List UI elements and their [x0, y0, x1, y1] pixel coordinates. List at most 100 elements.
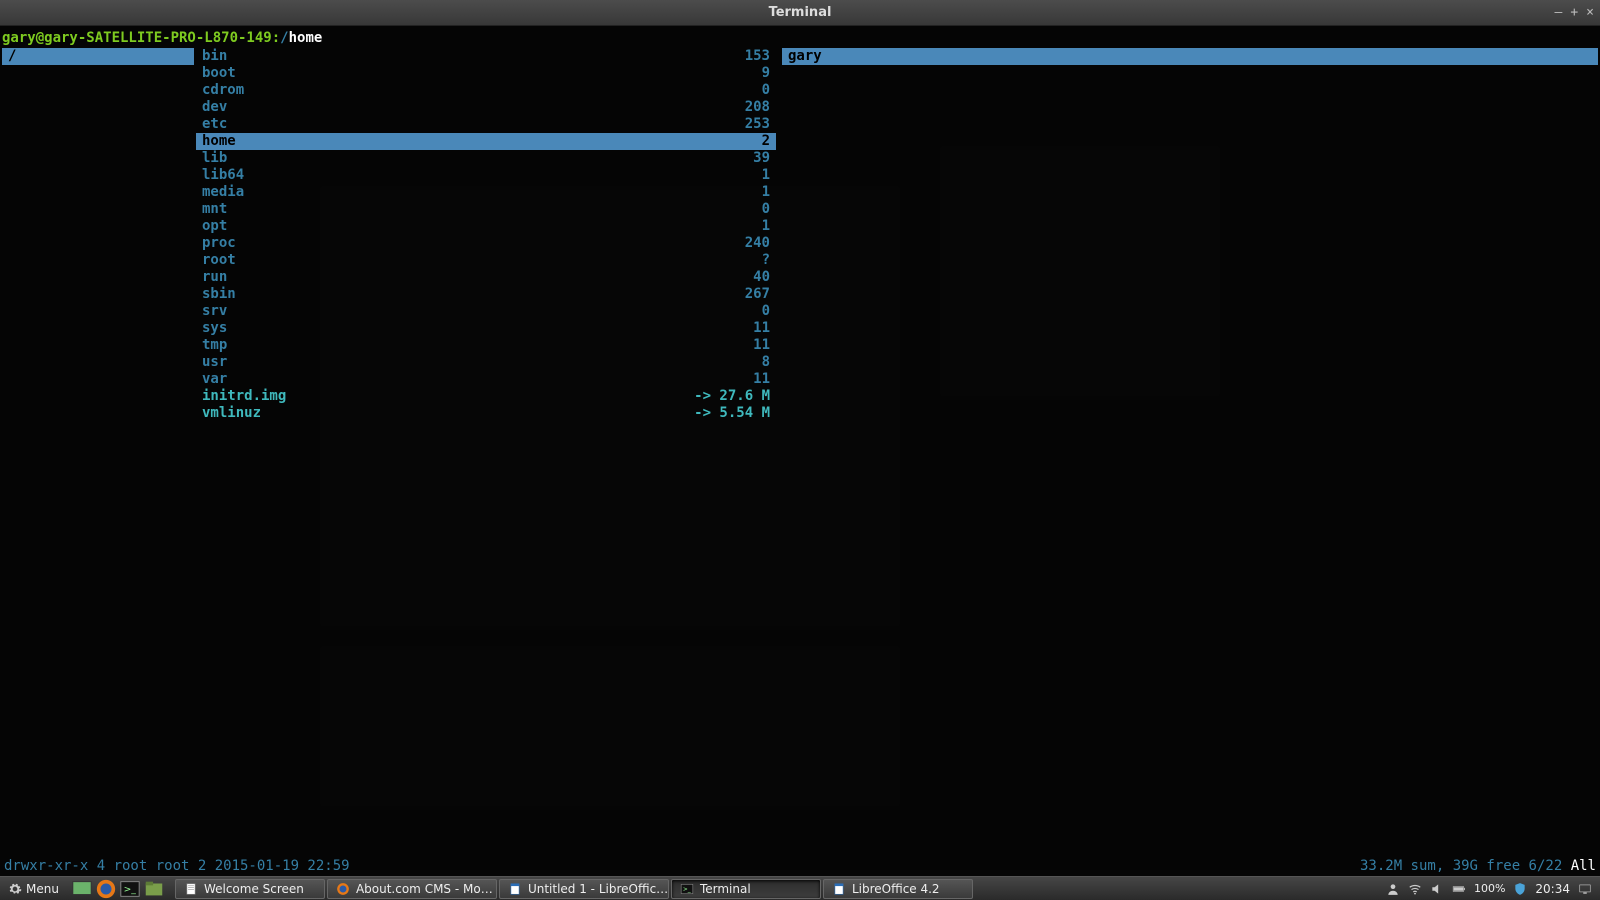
ranger-parent-column[interactable]: / [2, 48, 194, 65]
system-tray: 100% 20:34 [1378, 882, 1600, 896]
svg-text:>_: >_ [124, 883, 137, 894]
list-item[interactable]: / [2, 48, 194, 65]
task-label: Welcome Screen [204, 882, 304, 896]
clock[interactable]: 20:34 [1535, 882, 1570, 896]
list-item[interactable]: var11 [196, 371, 776, 388]
item-name: tmp [202, 337, 227, 354]
list-item[interactable]: lib39 [196, 150, 776, 167]
item-name: vmlinuz [202, 405, 261, 422]
battery-icon[interactable] [1452, 882, 1466, 896]
item-name: sbin [202, 286, 236, 303]
shield-icon[interactable] [1513, 882, 1527, 896]
list-item[interactable]: srv0 [196, 303, 776, 320]
display-icon[interactable] [1578, 882, 1592, 896]
item-info: 153 [745, 48, 770, 65]
list-item[interactable]: lib64 1 [196, 167, 776, 184]
ranger-child-column[interactable]: gary [782, 48, 1598, 65]
item-info: 0 [762, 201, 770, 218]
network-icon[interactable] [1408, 882, 1422, 896]
item-info: ? [762, 252, 770, 269]
writer-icon [508, 882, 522, 896]
show-desktop-icon[interactable] [71, 880, 93, 898]
taskbar-task[interactable]: About.com CMS - Mo… [327, 879, 497, 899]
list-item[interactable]: home2 [196, 133, 776, 150]
item-info: 39 [753, 150, 770, 167]
list-item[interactable]: tmp11 [196, 337, 776, 354]
list-item[interactable]: cdrom0 [196, 82, 776, 99]
taskbar-task[interactable]: Welcome Screen [175, 879, 325, 899]
item-info: 1 [762, 218, 770, 235]
writer-icon [832, 882, 846, 896]
list-item[interactable]: run40 [196, 269, 776, 286]
item-info: 267 [745, 286, 770, 303]
status-left: drwxr-xr-x 4 root root 2 2015-01-19 22:5… [4, 858, 350, 876]
list-item[interactable]: opt 1 [196, 218, 776, 235]
item-info: -> 5.54 M [694, 405, 770, 422]
item-info: 11 [753, 371, 770, 388]
list-item[interactable]: initrd.img -> 27.6 M [196, 388, 776, 405]
menu-button[interactable]: Menu [0, 877, 67, 900]
user-icon[interactable] [1386, 882, 1400, 896]
item-name: initrd.img [202, 388, 286, 405]
ranger-main-column[interactable]: bin 153boot9cdrom0dev208etc 253home2lib39l… [196, 48, 776, 422]
terminal-icon: >_ [680, 882, 694, 896]
titlebar[interactable]: Terminal — + × [0, 0, 1600, 26]
list-item[interactable]: mnt 0 [196, 201, 776, 218]
item-info: 253 [745, 116, 770, 133]
item-info: 1 [762, 167, 770, 184]
terminal-window: Terminal — + × gary@gary-SATELLITE-PRO-L… [0, 0, 1600, 876]
item-name: etc [202, 116, 227, 133]
item-name: opt [202, 218, 227, 235]
list-item[interactable]: media 1 [196, 184, 776, 201]
list-item[interactable]: usr 8 [196, 354, 776, 371]
item-name: srv [202, 303, 227, 320]
list-item[interactable]: proc240 [196, 235, 776, 252]
item-name: bin [202, 48, 227, 65]
doc-icon [184, 882, 198, 896]
terminal-body[interactable]: gary@gary-SATELLITE-PRO-L870-149:/home /… [0, 26, 1600, 876]
item-info: 1 [762, 184, 770, 201]
item-name: mnt [202, 201, 227, 218]
terminal-icon[interactable]: >_ [119, 880, 141, 898]
item-name: usr [202, 354, 227, 371]
item-name: / [8, 48, 16, 65]
volume-icon[interactable] [1430, 882, 1444, 896]
path-root: / [280, 30, 288, 46]
files-icon[interactable] [143, 880, 165, 898]
item-name: dev [202, 99, 227, 116]
item-name: boot [202, 65, 236, 82]
taskbar-task[interactable]: Untitled 1 - LibreOffic… [499, 879, 669, 899]
list-item[interactable]: etc 253 [196, 116, 776, 133]
close-button[interactable]: × [1586, 5, 1594, 20]
taskbar-task[interactable]: LibreOffice 4.2 [823, 879, 973, 899]
user-host: gary@gary-SATELLITE-PRO-L870-149: [2, 30, 280, 46]
status-summary: 33.2M sum, 39G free 6/22 [1360, 858, 1571, 874]
battery-percent: 100% [1474, 882, 1505, 895]
firefox-icon[interactable] [95, 880, 117, 898]
task-label: LibreOffice 4.2 [852, 882, 940, 896]
list-item[interactable]: bin 153 [196, 48, 776, 65]
svg-text:>_: >_ [683, 886, 691, 892]
list-item[interactable]: root? [196, 252, 776, 269]
status-right: 33.2M sum, 39G free 6/22 All [1360, 858, 1596, 876]
status-all: All [1571, 858, 1596, 874]
list-item[interactable]: sys11 [196, 320, 776, 337]
item-info: 8 [762, 354, 770, 371]
item-name: lib64 [202, 167, 244, 184]
list-item[interactable]: gary [782, 48, 1598, 65]
ranger-path: gary@gary-SATELLITE-PRO-L870-149:/home [2, 30, 322, 47]
item-name: media [202, 184, 244, 201]
taskbar-task[interactable]: >_Terminal [671, 879, 821, 899]
minimize-button[interactable]: — [1555, 5, 1563, 20]
firefox-icon [336, 882, 350, 896]
maximize-button[interactable]: + [1570, 5, 1578, 20]
item-info: 0 [762, 82, 770, 99]
item-name: proc [202, 235, 236, 252]
list-item[interactable]: boot9 [196, 65, 776, 82]
item-info: -> 27.6 M [694, 388, 770, 405]
list-item[interactable]: vmlinuz -> 5.54 M [196, 405, 776, 422]
list-item[interactable]: dev208 [196, 99, 776, 116]
menu-label: Menu [26, 882, 59, 896]
launchers: >_ [67, 880, 169, 898]
list-item[interactable]: sbin 267 [196, 286, 776, 303]
